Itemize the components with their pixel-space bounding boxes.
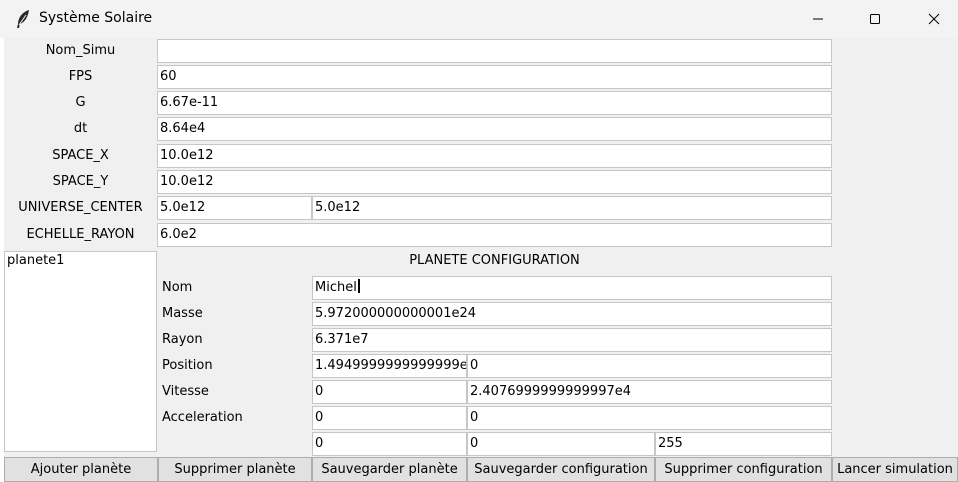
supprimer-planete-button[interactable]: Supprimer planète xyxy=(158,457,312,482)
masse-label: Masse xyxy=(162,306,203,321)
title-bar: Système Solaire xyxy=(0,0,958,38)
maximize-icon xyxy=(870,14,880,24)
close-button[interactable] xyxy=(911,0,957,38)
dt-label: dt xyxy=(73,121,88,136)
minimize-icon xyxy=(813,18,823,20)
vitesse-y-input[interactable]: 2.4076999999999997e4 xyxy=(467,380,832,404)
nom-simu-label: Nom_Simu xyxy=(45,43,116,58)
space-x-input[interactable]: 10.0e12 xyxy=(157,144,832,168)
close-icon xyxy=(928,13,940,25)
masse-input[interactable]: 5.972000000000001e24 xyxy=(312,302,832,326)
feather-icon xyxy=(14,9,32,29)
dt-input[interactable]: 8.64e4 xyxy=(157,117,832,141)
acceleration-x-input[interactable]: 0 xyxy=(312,406,467,430)
acceleration-label: Acceleration xyxy=(162,410,243,425)
g-input[interactable]: 6.67e-11 xyxy=(157,91,832,115)
space-y-input[interactable]: 10.0e12 xyxy=(157,170,832,194)
rayon-input[interactable]: 6.371e7 xyxy=(312,328,832,352)
space-y-label: SPACE_Y xyxy=(52,174,109,189)
universe-center-label: UNIVERSE_CENTER xyxy=(18,200,143,215)
color-g-input[interactable]: 0 xyxy=(467,432,655,456)
rayon-label: Rayon xyxy=(162,332,203,347)
list-item[interactable]: planete1 xyxy=(5,252,156,270)
nom-value: Michel xyxy=(315,280,357,295)
text-cursor xyxy=(357,279,360,293)
window-title: Système Solaire xyxy=(39,10,153,26)
vitesse-x-input[interactable]: 0 xyxy=(312,380,467,404)
sauvegarder-planete-button[interactable]: Sauvegarder planète xyxy=(312,457,467,482)
supprimer-configuration-button[interactable]: Supprimer configuration xyxy=(655,457,832,482)
space-x-label: SPACE_X xyxy=(52,148,109,163)
color-b-input[interactable]: 255 xyxy=(655,432,832,456)
ajouter-planete-button[interactable]: Ajouter planète xyxy=(4,457,158,482)
sauvegarder-configuration-button[interactable]: Sauvegarder configuration xyxy=(467,457,655,482)
universe-center-x-input[interactable]: 5.0e12 xyxy=(157,196,312,220)
nom-simu-input[interactable] xyxy=(157,39,832,63)
app-window: Système Solaire Nom_Simu FPS 60 G 6.67e-… xyxy=(0,0,958,482)
position-x-input[interactable]: 1.4949999999999999e11 xyxy=(312,354,467,378)
position-y-input[interactable]: 0 xyxy=(467,354,832,378)
fps-input[interactable]: 60 xyxy=(157,65,832,89)
acceleration-y-input[interactable]: 0 xyxy=(467,406,832,430)
fps-label: FPS xyxy=(68,69,93,84)
planet-listbox[interactable]: planete1 xyxy=(4,251,157,452)
universe-center-y-input[interactable]: 5.0e12 xyxy=(312,196,832,220)
nom-input[interactable]: Michel xyxy=(312,276,832,300)
g-label: G xyxy=(75,95,86,110)
echelle-rayon-input[interactable]: 6.0e2 xyxy=(157,223,832,247)
planet-config-title: PLANETE CONFIGURATION xyxy=(409,253,580,268)
vitesse-label: Vitesse xyxy=(162,384,209,399)
lancer-simulation-button[interactable]: Lancer simulation xyxy=(832,457,958,482)
position-label: Position xyxy=(162,358,213,373)
minimize-button[interactable] xyxy=(795,0,841,38)
echelle-rayon-label: ECHELLE_RAYON xyxy=(26,227,135,242)
nom-label: Nom xyxy=(162,280,193,295)
maximize-button[interactable] xyxy=(852,0,898,38)
color-r-input[interactable]: 0 xyxy=(312,432,467,456)
